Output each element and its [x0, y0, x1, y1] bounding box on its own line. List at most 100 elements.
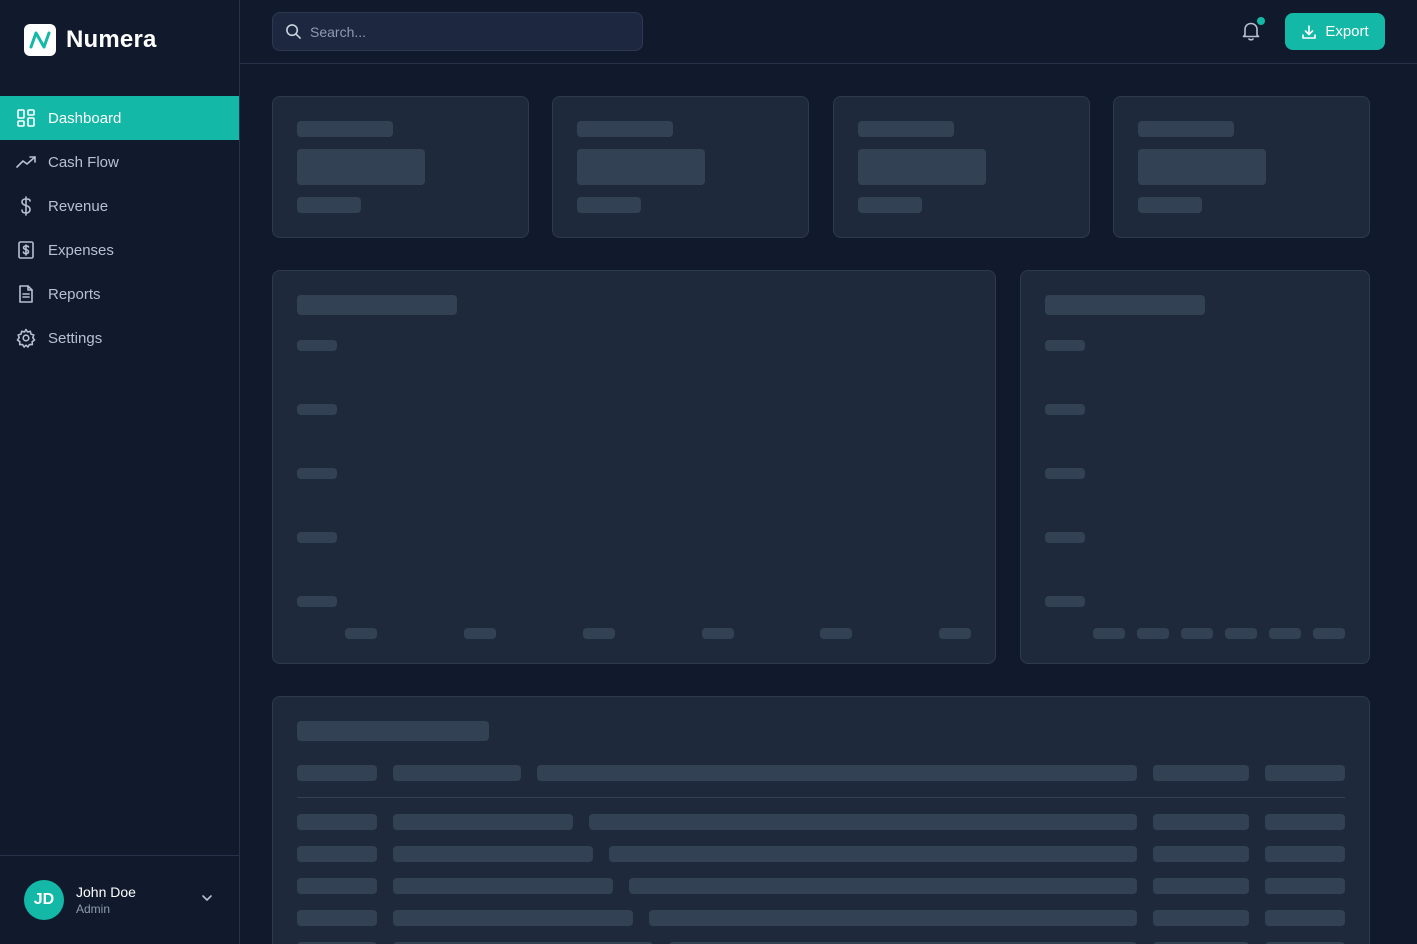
- skeleton-cell: [609, 846, 1137, 862]
- search-input[interactable]: [310, 23, 630, 40]
- skeleton-x-tick: [1313, 628, 1345, 639]
- user-name: John Doe: [76, 884, 136, 900]
- chevron-down-icon[interactable]: [199, 890, 215, 906]
- skeleton-cell: [393, 878, 613, 894]
- skeleton-cell: [1153, 846, 1249, 862]
- sidebar-item-revenue[interactable]: Revenue: [0, 184, 239, 228]
- skeleton-title: [297, 721, 489, 741]
- skeleton-cell: [1153, 878, 1249, 894]
- top-header: Export: [240, 0, 1417, 64]
- notifications-button[interactable]: [1240, 17, 1265, 42]
- skeleton-table-header: [537, 765, 1137, 781]
- skeleton-line: [577, 121, 673, 137]
- skeleton-cell: [393, 910, 633, 926]
- skeleton-x-tick: [820, 628, 852, 639]
- main-chart-card: [272, 270, 996, 664]
- skeleton-y-tick: [1045, 340, 1085, 351]
- sidebar-item-label: Reports: [48, 285, 101, 303]
- search-icon: [285, 23, 302, 40]
- skeleton-y-tick: [1045, 532, 1085, 543]
- transactions-table-card: [272, 696, 1370, 944]
- skeleton-cell: [589, 814, 1137, 830]
- skeleton-y-tick: [1045, 404, 1085, 415]
- side-chart-card: [1020, 270, 1370, 664]
- skeleton-x-tick: [1137, 628, 1169, 639]
- skeleton-table-header: [297, 765, 377, 781]
- skeleton-title: [1045, 295, 1205, 315]
- skeleton-x-tick: [583, 628, 615, 639]
- user-profile[interactable]: JD John Doe Admin: [0, 855, 239, 944]
- avatar: JD: [24, 880, 64, 920]
- skeleton-table-header: [393, 765, 521, 781]
- numera-logo-icon: [24, 24, 56, 56]
- skeleton-cell: [297, 910, 377, 926]
- sidebar-item-dashboard[interactable]: Dashboard: [0, 96, 239, 140]
- skeleton-x-tick: [939, 628, 971, 639]
- trending-up-icon: [16, 152, 36, 172]
- skeleton-cell: [1153, 814, 1249, 830]
- dollar-sign-icon: [16, 196, 36, 216]
- sidebar-item-label: Settings: [48, 329, 103, 347]
- sidebar-item-reports[interactable]: Reports: [0, 272, 239, 316]
- skeleton-cell: [649, 910, 1137, 926]
- skeleton-cell: [297, 814, 377, 830]
- user-role: Admin: [76, 902, 111, 916]
- skeleton-cell: [629, 878, 1137, 894]
- export-label: Export: [1325, 23, 1369, 40]
- skeleton-cell: [1265, 814, 1345, 830]
- skeleton-value: [858, 149, 986, 185]
- layout-grid-icon: [16, 108, 36, 128]
- skeleton-line: [297, 197, 361, 213]
- sidebar: Numera Dashboard Cash Flow Revenue Expen…: [0, 0, 240, 944]
- user-info: John Doe Admin: [76, 884, 136, 916]
- gear-icon: [16, 328, 36, 348]
- notification-badge: [1257, 17, 1265, 25]
- search-box[interactable]: [272, 12, 643, 51]
- skeleton-line: [1138, 121, 1234, 137]
- skeleton-line: [577, 197, 641, 213]
- sidebar-nav: Dashboard Cash Flow Revenue Expenses Rep…: [0, 96, 239, 360]
- skeleton-line: [297, 121, 393, 137]
- kpi-card: [833, 96, 1090, 238]
- sidebar-item-cash-flow[interactable]: Cash Flow: [0, 140, 239, 184]
- sidebar-item-label: Dashboard: [48, 109, 122, 127]
- skeleton-x-tick: [702, 628, 734, 639]
- skeleton-value: [297, 149, 425, 185]
- skeleton-x-tick: [1225, 628, 1257, 639]
- skeleton-value: [577, 149, 705, 185]
- sidebar-item-settings[interactable]: Settings: [0, 316, 239, 360]
- receipt-icon: [16, 240, 36, 260]
- file-text-icon: [16, 284, 36, 304]
- skeleton-table-header: [1153, 765, 1249, 781]
- skeleton-line: [1138, 197, 1202, 213]
- skeleton-cell: [1265, 846, 1345, 862]
- skeleton-x-tick: [1269, 628, 1301, 639]
- skeleton-x-tick: [1181, 628, 1213, 639]
- kpi-card: [1113, 96, 1370, 238]
- skeleton-value: [1138, 149, 1266, 185]
- skeleton-cell: [393, 846, 593, 862]
- kpi-card: [552, 96, 809, 238]
- skeleton-y-tick: [297, 596, 337, 607]
- skeleton-title: [297, 295, 457, 315]
- skeleton-cell: [297, 846, 377, 862]
- skeleton-cell: [297, 878, 377, 894]
- skeleton-cell: [1265, 878, 1345, 894]
- skeleton-x-tick: [1093, 628, 1125, 639]
- skeleton-y-tick: [297, 468, 337, 479]
- skeleton-table-header: [1265, 765, 1345, 781]
- brand-name: Numera: [66, 26, 157, 53]
- export-button[interactable]: Export: [1285, 13, 1385, 50]
- sidebar-item-expenses[interactable]: Expenses: [0, 228, 239, 272]
- skeleton-cell: [393, 814, 573, 830]
- skeleton-x-tick: [345, 628, 377, 639]
- sidebar-item-label: Cash Flow: [48, 153, 119, 171]
- skeleton-line: [858, 197, 922, 213]
- download-icon: [1301, 24, 1317, 40]
- sidebar-item-label: Revenue: [48, 197, 109, 215]
- table-divider: [297, 797, 1345, 798]
- app-root: Numera Dashboard Cash Flow Revenue Expen…: [0, 0, 1417, 944]
- kpi-card: [272, 96, 529, 238]
- brand[interactable]: Numera: [24, 24, 157, 56]
- skeleton-line: [858, 121, 954, 137]
